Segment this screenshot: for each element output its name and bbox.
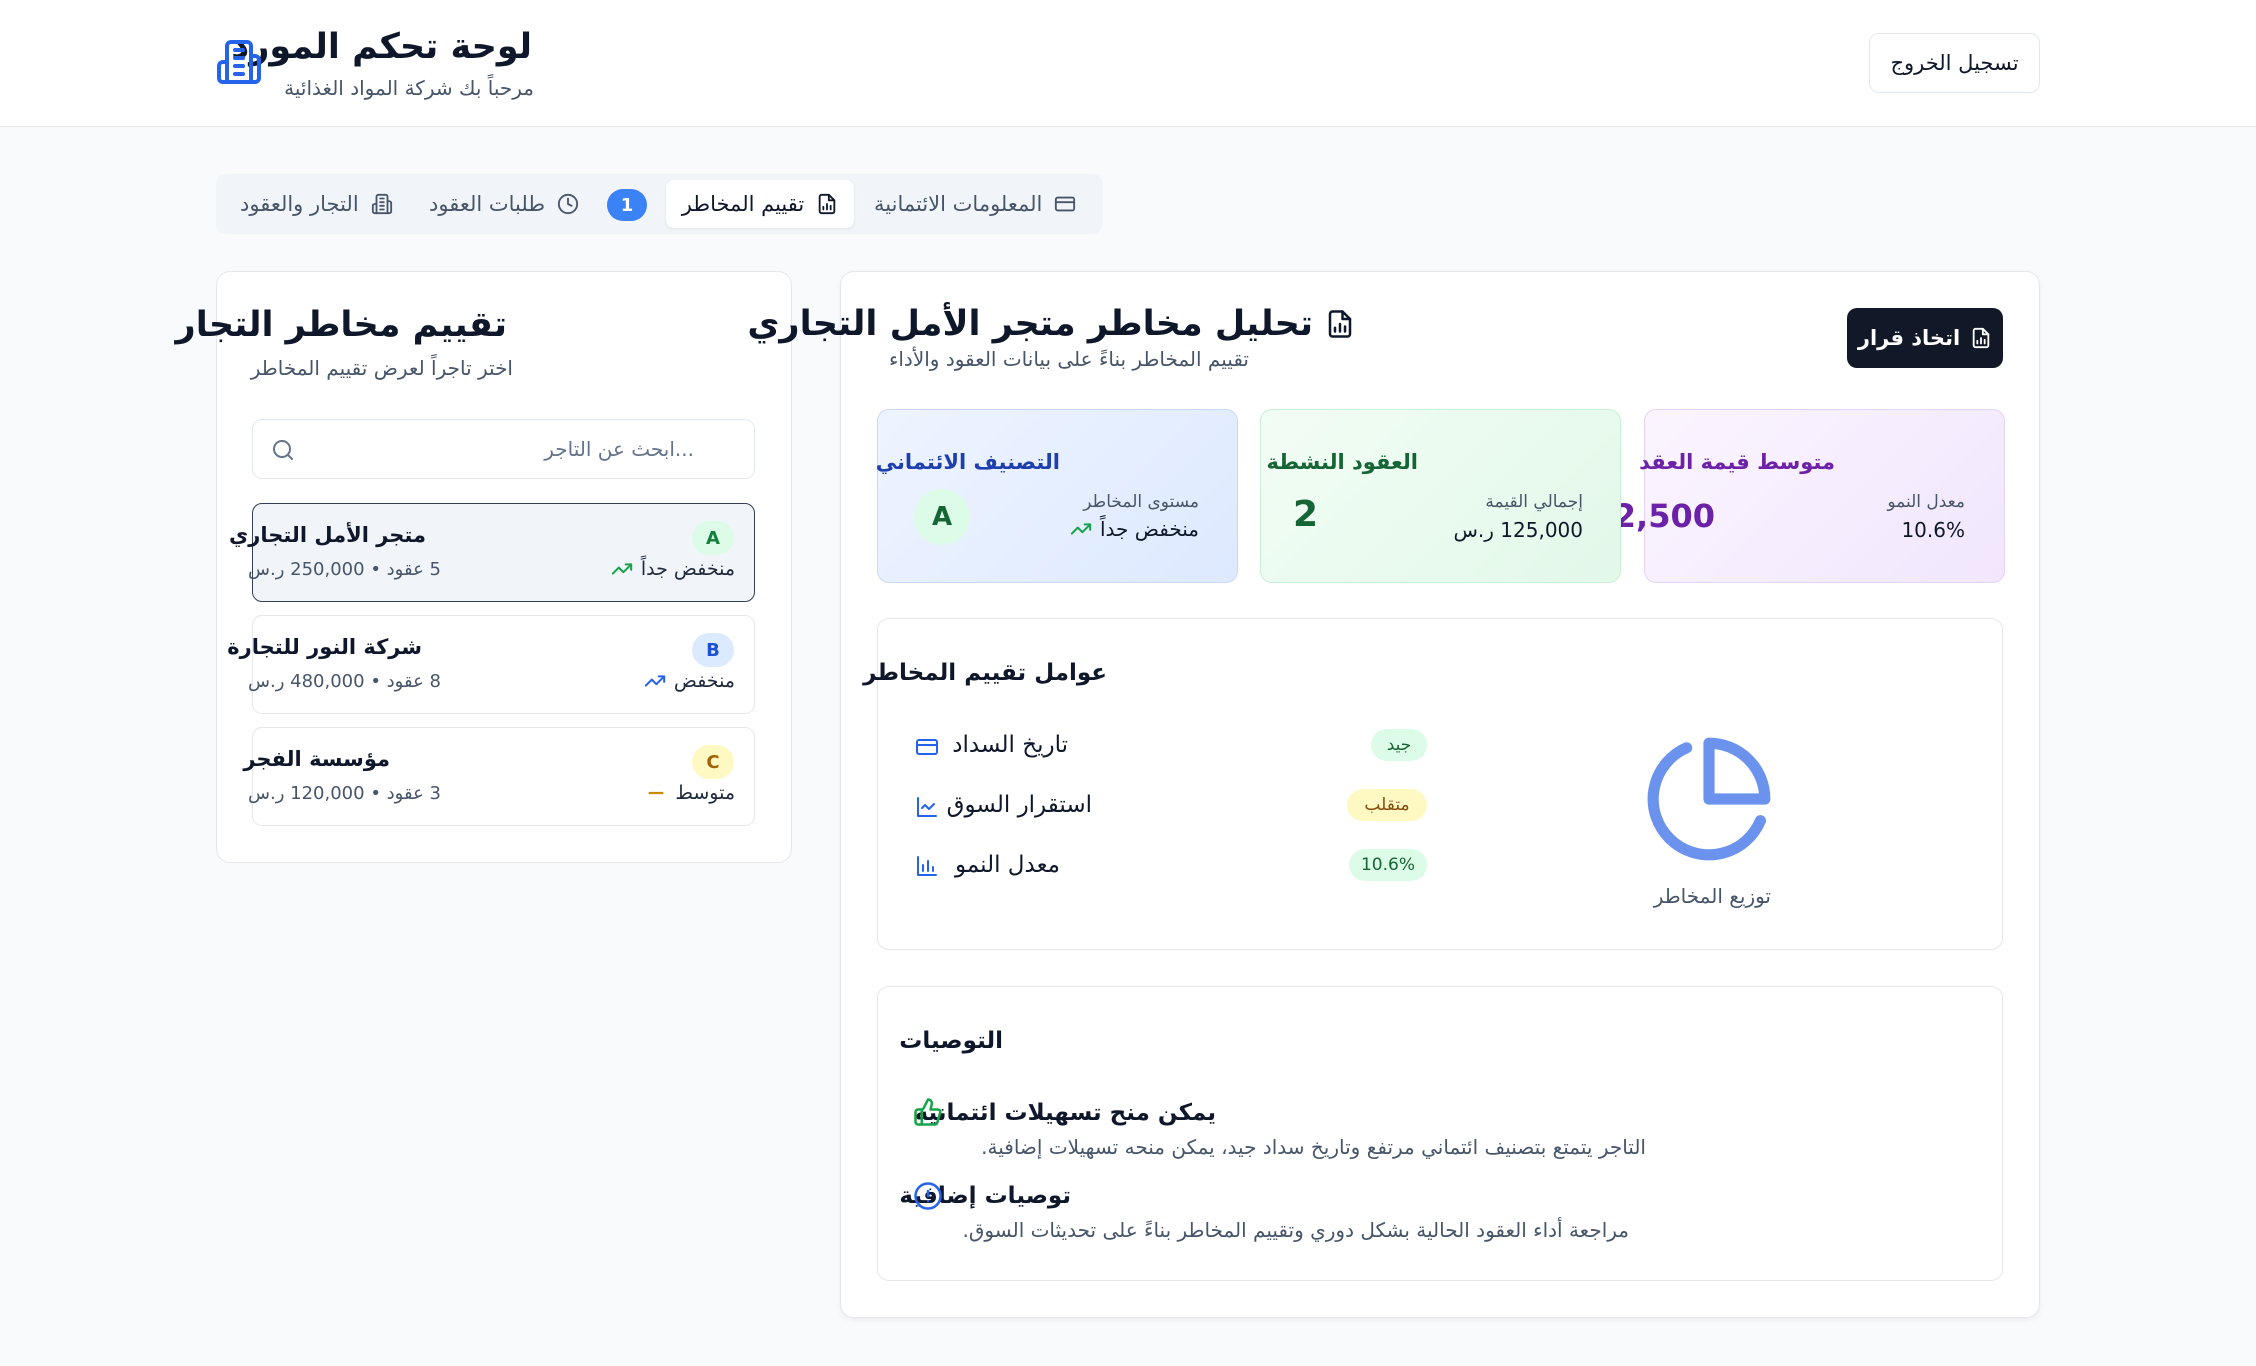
tab-credit-info[interactable]: المعلومات الائتمانية	[874, 180, 1076, 228]
trader-item-alnoor[interactable]	[252, 615, 755, 714]
stat-value: 2	[1292, 494, 1318, 535]
clock-icon	[557, 193, 579, 215]
stat-title: التصنيف الائتماني	[875, 450, 1060, 474]
stat-sub-label: معدل النمو	[1887, 492, 1965, 512]
stat-sub-label: إجمالي القيمة	[1485, 492, 1583, 512]
risk-level: متوسط	[645, 782, 735, 804]
trader-meta: 3 عقود • 120,000 ر.س	[248, 783, 441, 804]
make-decision-button[interactable]: اتخاذ قرار	[1847, 308, 2003, 368]
stat-sub-value: منخفض جداً	[1070, 517, 1199, 541]
risk-analysis-header: تحليل مخاطر متجر الأمل التجاري	[747, 304, 1355, 344]
tab-contract-requests[interactable]: طلبات العقود	[429, 180, 579, 228]
factor-status-pill: 10.6%	[1349, 849, 1427, 881]
credit-grade-badge: A	[914, 489, 970, 545]
traders-panel-subtitle: اختر تاجراً لعرض تقييم المخاطر	[250, 356, 513, 380]
factor-label: استقرار السوق	[946, 792, 1092, 818]
trader-name: شركة النور للتجارة	[227, 635, 422, 659]
trader-name: متجر الأمل التجاري	[229, 523, 426, 547]
building-icon	[215, 38, 263, 86]
search-icon	[271, 438, 295, 462]
risk-analysis-title: تحليل مخاطر متجر الأمل التجاري	[747, 304, 1313, 344]
trader-search	[252, 419, 755, 479]
stat-sub-value: 10.6%	[1901, 518, 1965, 542]
page-title: لوحة تحكم المورد	[231, 27, 532, 67]
file-chart-icon	[1970, 327, 1992, 349]
stat-title: العقود النشطة	[1266, 450, 1418, 474]
risk-factors-title: عوامل تقييم المخاطر	[863, 660, 1107, 686]
recommendations-title: التوصيات	[899, 1028, 1003, 1054]
recommendation-text: التاجر يتمتع بتصنيف ائتماني مرتفع وتاريخ…	[981, 1135, 1646, 1159]
risk-distribution-label: توزيع المخاطر	[1653, 884, 1771, 908]
traders-panel-title: تقييم مخاطر التجار	[175, 305, 507, 345]
tab-risk-assessment[interactable]: تقييم المخاطر	[666, 180, 854, 228]
stat-title: متوسط قيمة العقد	[1639, 450, 1835, 474]
trending-up-icon	[611, 558, 633, 580]
factor-label: معدل النمو	[954, 852, 1060, 878]
trader-item-alfajr[interactable]	[252, 727, 755, 826]
grade-badge: C	[692, 745, 734, 779]
page-subtitle: مرحباً بك شركة المواد الغذائية	[284, 76, 534, 100]
file-chart-icon	[1325, 309, 1355, 339]
risk-analysis-subtitle: تقييم المخاطر بناءً على بيانات العقود وا…	[888, 347, 1249, 371]
building-icon	[371, 193, 393, 215]
factor-status-pill: جيد	[1371, 729, 1427, 761]
pie-chart-icon	[1642, 732, 1776, 866]
grade-badge: B	[692, 633, 734, 667]
credit-card-icon	[1054, 193, 1076, 215]
recommendation-title: يمكن منح تسهيلات ائتمانية	[914, 1100, 1216, 1126]
trader-search-input[interactable]	[253, 420, 754, 478]
logout-button[interactable]: تسجيل الخروج	[1869, 33, 2040, 93]
credit-card-icon	[915, 735, 939, 759]
thumbs-up-icon	[913, 1097, 943, 1127]
trending-up-icon	[644, 670, 666, 692]
stat-sub-label: مستوى المخاطر	[1083, 492, 1199, 512]
trader-item-alamal[interactable]	[252, 503, 755, 602]
bar-chart-icon	[915, 854, 939, 878]
tab-traders-contracts[interactable]: التجار والعقود	[240, 180, 393, 228]
risk-level: منخفض جداً	[611, 558, 735, 580]
minus-icon	[645, 782, 667, 804]
alert-circle-icon	[913, 1181, 943, 1211]
trending-up-icon	[1070, 518, 1092, 540]
risk-level: منخفض	[644, 670, 735, 692]
line-chart-icon	[915, 795, 939, 819]
requests-count-badge: 1	[607, 189, 647, 221]
stat-sub-value: 125,000 ر.س	[1453, 518, 1583, 542]
trader-name: مؤسسة الفجر	[243, 747, 390, 771]
recommendation-text: مراجعة أداء العقود الحالية بشكل دوري وتق…	[962, 1218, 1629, 1242]
factor-status-pill: متقلب	[1347, 789, 1427, 821]
grade-badge: A	[692, 521, 734, 555]
trader-meta: 5 عقود • 250,000 ر.س	[248, 559, 441, 580]
file-chart-icon	[816, 193, 838, 215]
factor-label: تاريخ السداد	[952, 732, 1068, 758]
trader-meta: 8 عقود • 480,000 ر.س	[248, 671, 441, 692]
